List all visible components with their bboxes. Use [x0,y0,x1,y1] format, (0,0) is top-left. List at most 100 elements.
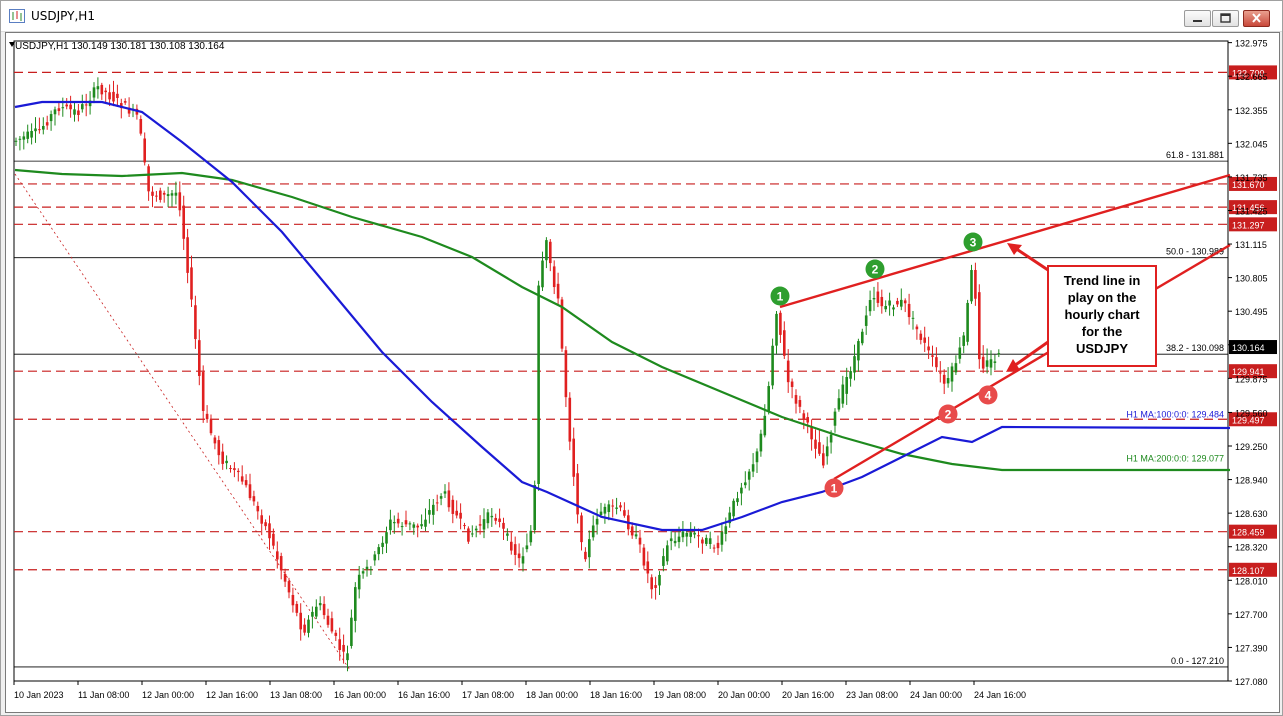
time-tick-label: 12 Jan 16:00 [206,690,258,700]
candle-body [591,525,595,538]
fibonacci-level-label: 38.2 - 130.098 [1166,343,1224,353]
time-tick-label: 24 Jan 00:00 [910,690,962,700]
restore-icon [1220,13,1231,23]
candle-body [662,556,665,566]
candle-body [896,300,899,305]
candle-body [829,434,833,443]
candle-body [654,585,657,588]
candle-body [272,533,275,546]
window-titlebar[interactable]: USDJPY,H1 [1,1,1282,32]
time-tick-label: 16 Jan 00:00 [334,690,386,700]
candle-body [330,618,334,632]
time-tick-label: 10 Jan 2023 [14,690,64,700]
candle-body [252,496,256,502]
price-tick-label: 132.665 [1235,72,1268,82]
terminal-window: USDJPY,H1 132.700 131.670 131.456 131.297 12… [0,0,1283,716]
candle-body [467,528,470,542]
candle-body [248,484,252,499]
candle-body [18,138,22,140]
annotation-text: for the [1082,324,1122,339]
candle-body [240,476,244,482]
candle-body [564,350,568,398]
candle-body [849,371,852,379]
candle-body [209,419,213,434]
candle-body [607,504,611,512]
time-tick-label: 24 Jan 16:00 [974,690,1026,700]
candle-body [884,306,887,310]
time-tick-label: 19 Jan 08:00 [654,690,706,700]
candle-body [159,190,162,200]
candle-body [864,315,868,326]
candle-body [970,270,973,302]
arrow-head-icon [1006,359,1020,372]
candle-body [779,312,782,335]
time-tick-label: 13 Jan 08:00 [270,690,322,700]
candle-body [38,129,41,131]
minimize-button[interactable] [1184,10,1211,27]
candle-body [981,356,985,369]
chart-area[interactable]: 132.700 131.670 131.456 131.297 129.941 129.4… [5,32,1280,713]
candle-body [716,542,720,549]
candle-body [459,512,462,519]
price-chart[interactable]: 132.700131.670131.456131.297129.941129.4… [6,33,1279,712]
candle-body [147,166,150,192]
candle-body [658,574,661,586]
candle-body [888,300,891,306]
candle-body [143,138,146,163]
time-tick-label: 23 Jan 08:00 [846,690,898,700]
chart-app-icon [9,9,25,23]
price-tick-label: 128.320 [1235,543,1268,553]
candle-body [42,126,45,130]
candle-body [201,372,205,411]
candle-body [318,603,322,606]
candle-body [549,241,552,264]
candle-body [451,499,455,514]
candle-body [989,359,993,368]
candle-body [506,533,509,536]
candle-body [927,346,930,351]
candle-body [373,554,377,561]
candle-body [642,547,646,566]
candle-body [911,317,915,319]
candle-body [162,192,166,195]
candle-body [669,538,673,542]
level-price-label: 128.459 [1232,528,1265,538]
candle-body [455,510,458,516]
candle-body [400,526,404,528]
candle-body [65,104,68,107]
candle-body [872,298,876,300]
candle-body [346,653,349,661]
annotation-arrow-upper [1014,246,1049,272]
candle-body [923,337,926,343]
level-price-label: 131.297 [1232,220,1265,230]
candle-body [100,84,104,95]
candle-body [170,193,174,196]
candle-body [463,525,466,527]
candle-body [685,533,689,537]
candle-body [385,532,388,544]
candle-body [853,356,856,373]
candle-body [732,500,735,517]
candle-body [939,372,942,374]
price-tick-label: 127.390 [1235,643,1268,653]
symbol-info: USDJPY,H1 130.149 130.181 130.108 130.16… [15,41,225,52]
annotation-text: USDJPY [1076,341,1128,356]
candle-body [962,335,965,346]
candle-body [435,502,439,504]
candle-body [447,490,451,508]
candle-body [857,341,860,361]
candle-body [673,540,677,544]
candle-body [139,119,143,134]
candle-body [861,331,864,344]
candle-body [104,90,107,93]
candle-body [802,413,806,420]
candle-body [798,400,802,407]
annotation-text: play on the [1068,290,1137,305]
close-button[interactable] [1243,10,1270,27]
restore-button[interactable] [1212,10,1239,27]
candle-body [194,305,197,340]
candle-body [334,632,338,636]
time-tick-label: 17 Jan 08:00 [462,690,514,700]
candle-body [950,366,954,382]
candle-body [174,192,178,196]
